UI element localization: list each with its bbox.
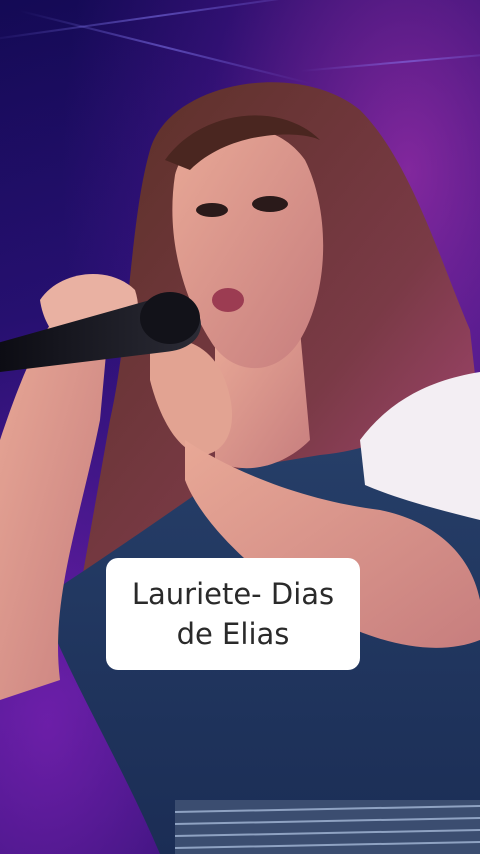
eye-shape — [196, 203, 228, 217]
caption-line-1: Lauriete- Dias — [131, 577, 335, 611]
singer-illustration — [0, 82, 480, 854]
video-caption: Lauriete- Dias de Elias — [106, 558, 360, 670]
caption-line-2: de Elias — [176, 617, 290, 651]
video-frame[interactable]: Lauriete- Dias de Elias — [0, 0, 480, 854]
microphone-head-shape — [140, 292, 200, 344]
mouth-shape — [212, 288, 244, 312]
eye-shape — [252, 196, 288, 212]
